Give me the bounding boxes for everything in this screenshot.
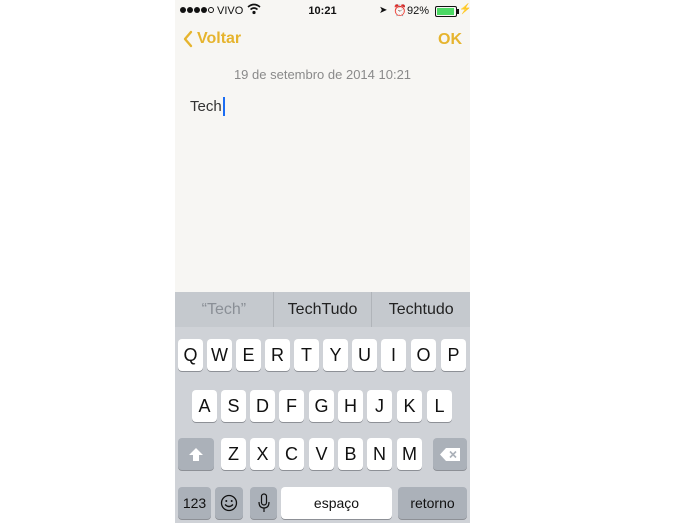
return-key[interactable]: retorno <box>398 487 467 519</box>
location-arrow-icon: ➤ <box>379 5 388 16</box>
key-j[interactable]: J <box>367 390 392 422</box>
note-date: 19 de setembro de 2014 10:21 <box>233 67 412 82</box>
note-text: Tech <box>190 98 222 115</box>
suggestion-bar: “Tech” TechTudo Techtudo <box>175 292 470 327</box>
key-y[interactable]: Y <box>323 339 348 371</box>
suggestion-techtudo-capital[interactable]: TechTudo <box>272 292 372 327</box>
key-c[interactable]: C <box>279 438 304 470</box>
key-h[interactable]: H <box>338 390 363 422</box>
chevron-left-icon <box>183 30 193 48</box>
back-label: Voltar <box>197 30 242 47</box>
backspace-icon <box>440 447 460 461</box>
back-button[interactable]: Voltar <box>183 30 241 48</box>
shift-key[interactable] <box>178 438 214 470</box>
key-row-2: A S D F G H J K L <box>175 390 470 422</box>
emoji-icon <box>220 494 238 512</box>
key-row-1: Q W E R T Y U I O P <box>175 339 470 371</box>
suggestion-literal[interactable]: “Tech” <box>175 292 273 327</box>
emoji-key[interactable] <box>215 487 243 519</box>
key-row-3: Z X C V B N M <box>175 438 470 470</box>
ok-button[interactable]: OK <box>438 31 462 49</box>
key-e[interactable]: E <box>236 339 261 371</box>
key-x[interactable]: X <box>250 438 275 470</box>
key-v[interactable]: V <box>309 438 334 470</box>
key-row-4: 123 espaço retorno <box>175 487 470 519</box>
numbers-key[interactable]: 123 <box>178 487 211 519</box>
phone-screen: VIVO 10:21 ➤ ⏰ 92% ⚡ Voltar OK 19 de set… <box>175 0 470 523</box>
note-body[interactable]: Tech <box>190 97 225 116</box>
battery-icon <box>435 6 459 17</box>
key-p[interactable]: P <box>441 339 466 371</box>
microphone-icon <box>257 493 270 512</box>
key-u[interactable]: U <box>352 339 377 371</box>
key-a[interactable]: A <box>192 390 217 422</box>
key-m[interactable]: M <box>397 438 422 470</box>
key-b[interactable]: B <box>338 438 363 470</box>
key-g[interactable]: G <box>309 390 334 422</box>
space-key[interactable]: espaço <box>281 487 392 519</box>
alarm-clock-icon: ⏰ <box>393 5 407 17</box>
key-f[interactable]: F <box>279 390 304 422</box>
text-cursor <box>222 97 225 116</box>
key-l[interactable]: L <box>427 390 452 422</box>
status-bar: VIVO 10:21 ➤ ⏰ 92% ⚡ <box>175 0 470 22</box>
suggestion-techtudo[interactable]: Techtudo <box>371 292 470 327</box>
key-w[interactable]: W <box>207 339 232 371</box>
key-k[interactable]: K <box>397 390 422 422</box>
key-i[interactable]: I <box>381 339 406 371</box>
nav-bar: Voltar OK <box>175 26 470 56</box>
charging-bolt-icon: ⚡ <box>459 4 470 15</box>
dictation-key[interactable] <box>250 487 277 519</box>
key-z[interactable]: Z <box>221 438 246 470</box>
shift-icon <box>189 447 203 461</box>
battery-percent: 92% <box>407 5 430 17</box>
key-n[interactable]: N <box>367 438 392 470</box>
key-r[interactable]: R <box>265 339 290 371</box>
battery-fill <box>437 8 454 15</box>
key-d[interactable]: D <box>250 390 275 422</box>
backspace-key[interactable] <box>433 438 467 470</box>
key-t[interactable]: T <box>294 339 319 371</box>
key-o[interactable]: O <box>411 339 436 371</box>
key-s[interactable]: S <box>221 390 246 422</box>
key-q[interactable]: Q <box>178 339 203 371</box>
keyboard: “Tech” TechTudo Techtudo Q W E R T Y U I… <box>175 292 470 523</box>
